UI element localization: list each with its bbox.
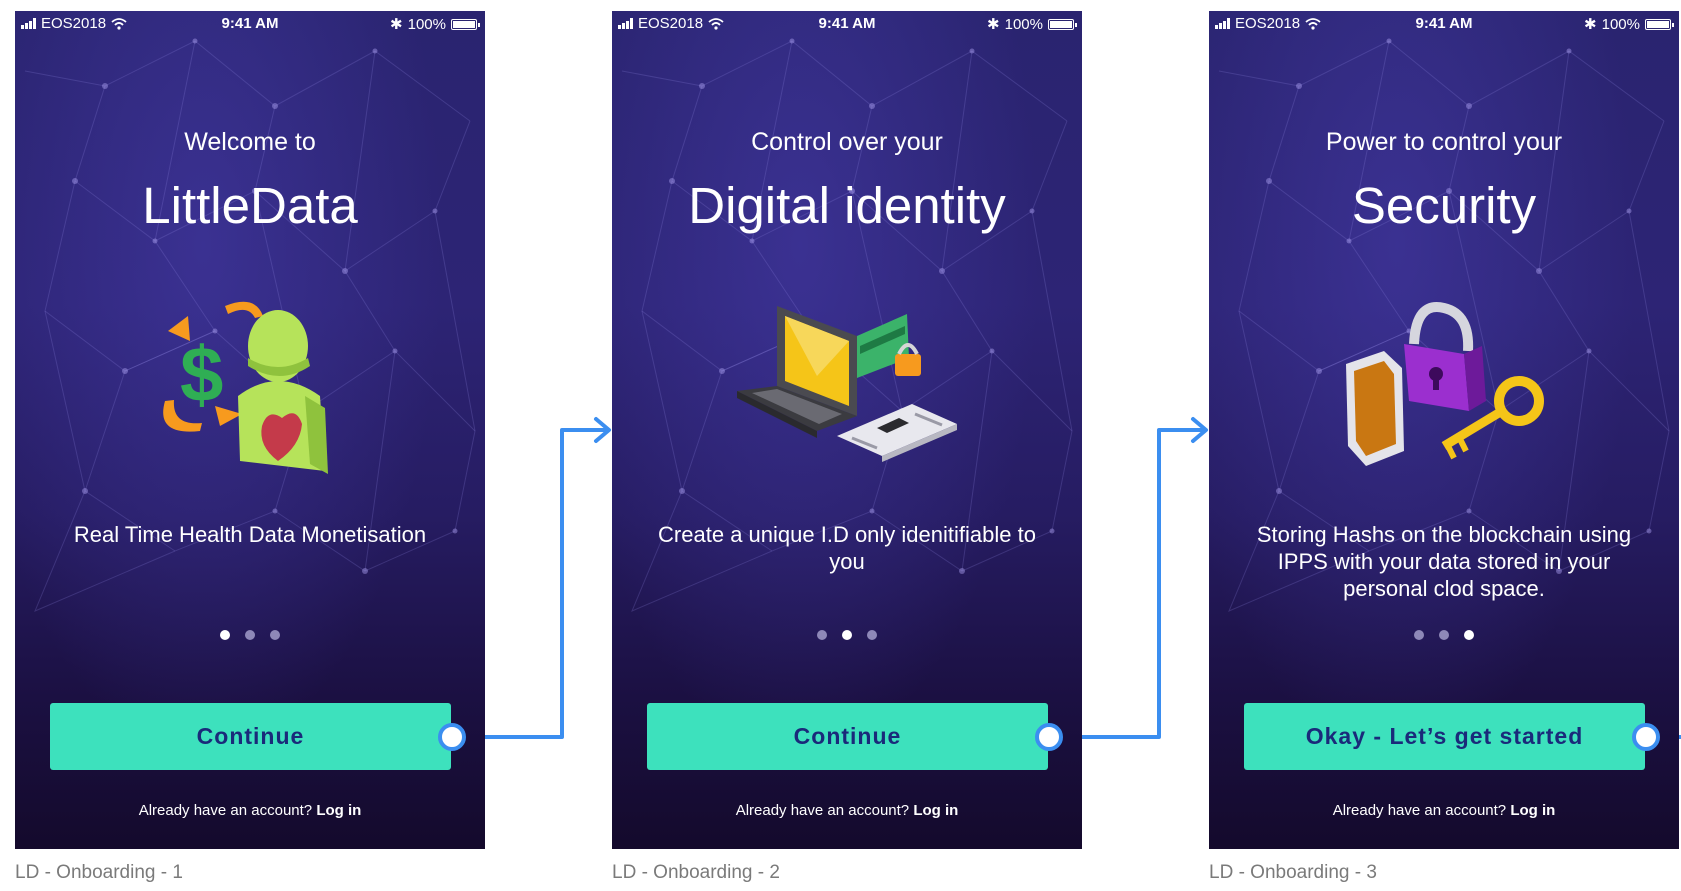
screen-subtitle: Control over your [751,128,943,156]
login-prompt: Already have an account? Log in [612,802,1082,819]
login-link[interactable]: Log in [1510,802,1555,819]
laptop-card-id-icon [737,306,957,462]
screen-title: Digital identity [688,177,1006,234]
page-dot-1 [1414,630,1424,640]
status-bar: EOS2018 9:41 AM ✱ 100% [612,11,1082,37]
battery-percent: 100% [1004,15,1043,33]
screen-caption-1: LD - Onboarding - 1 [15,862,183,883]
battery-icon [1645,18,1674,30]
continue-button[interactable]: Continue [647,703,1048,770]
flow-arrowhead-1 [594,417,611,443]
page-dot-2 [245,630,255,640]
status-bar: EOS2018 9:41 AM ✱ 100% [15,11,485,37]
bluetooth-icon: ✱ [390,16,403,33]
screen-title: LittleData [142,177,358,234]
account-prompt-text: Already have an account? [1332,802,1507,819]
page-dot-3 [1464,630,1474,640]
battery-icon [451,18,480,30]
onboarding-screen-1: EOS2018 9:41 AM ✱ 100% Welcome to Little… [15,11,485,849]
battery-percent: 100% [407,15,446,33]
screen-subtitle: Welcome to [184,128,316,156]
screen-title: Security [1351,177,1537,234]
onboarding-screen-3: EOS2018 9:41 AM ✱ 100% Power to control … [1209,11,1679,849]
page-indicator [15,630,485,640]
account-prompt-text: Already have an account? [138,802,313,819]
continue-button[interactable]: Continue [50,703,451,770]
screen-caption-3: LD - Onboarding - 3 [1209,862,1377,883]
login-prompt: Already have an account? Log in [1209,802,1679,819]
page-indicator [1209,630,1679,640]
page-dot-2 [842,630,852,640]
svg-text:$: $ [180,330,223,418]
page-dot-1 [817,630,827,640]
shield-padlock-key-icon [1346,302,1544,466]
login-link[interactable]: Log in [316,802,361,819]
battery-icon [1048,18,1077,30]
battery-percent: 100% [1601,15,1640,33]
login-link[interactable]: Log in [913,802,958,819]
page-dot-3 [867,630,877,640]
account-prompt-text: Already have an account? [735,802,910,819]
screen-caption-2: LD - Onboarding - 2 [612,862,780,883]
get-started-button[interactable]: Okay - Let’s get started [1244,703,1645,770]
login-prompt: Already have an account? Log in [15,802,485,819]
screen-description: Storing Hashs on the blockchain using IP… [1256,522,1632,601]
screen-description: Create a unique I.D only idenitifiable t… [658,522,1036,574]
page-dot-1 [220,630,230,640]
onboarding-screen-2: EOS2018 9:41 AM ✱ 100% Control over your… [612,11,1082,849]
money-exchange-user-heart-icon: $ [163,301,328,474]
bluetooth-icon: ✱ [987,16,1000,33]
page-indicator [612,630,1082,640]
screen-description: Real Time Health Data Monetisation [73,522,427,547]
status-bar: EOS2018 9:41 AM ✱ 100% [1209,11,1679,37]
flow-arrowhead-2 [1191,417,1208,443]
page-dot-2 [1439,630,1449,640]
page-dot-3 [270,630,280,640]
bluetooth-icon: ✱ [1584,16,1597,33]
screen-subtitle: Power to control your [1325,128,1563,156]
